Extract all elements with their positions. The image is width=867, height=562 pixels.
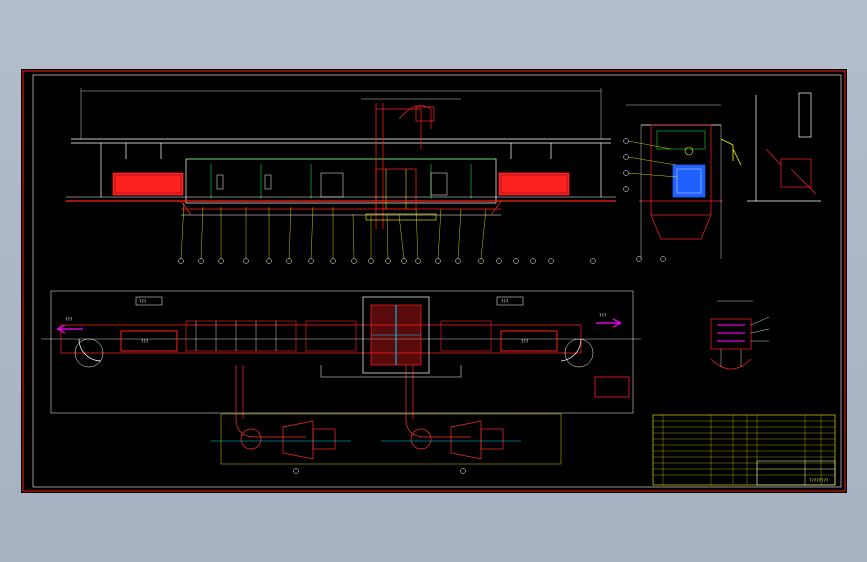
- part-balloons: [178, 258, 596, 264]
- title-block: [652, 414, 836, 486]
- hopper-label-right: ???: [521, 339, 529, 344]
- outer-border: [22, 70, 846, 492]
- front-elevation: [66, 88, 616, 260]
- cad-drawing: ??? ??? ??? ??? ??? ??? ????????: [22, 70, 846, 492]
- arrow-label-left: ???: [65, 317, 73, 322]
- box-label-left: ???: [139, 299, 147, 304]
- plan-view: [41, 290, 641, 474]
- hopper-label-left: ???: [141, 339, 149, 344]
- inner-border: [32, 74, 842, 488]
- cad-viewport[interactable]: ??? ??? ??? ??? ??? ??? ????????: [0, 0, 867, 562]
- box-label-right: ???: [501, 299, 509, 304]
- detail-view: [710, 300, 770, 370]
- title-block-name: ????????: [809, 478, 829, 483]
- side-elevation: [623, 92, 821, 262]
- arrow-label-right: ???: [599, 313, 607, 318]
- drawing-sheet: ??? ??? ??? ??? ??? ??? ????????: [21, 69, 847, 493]
